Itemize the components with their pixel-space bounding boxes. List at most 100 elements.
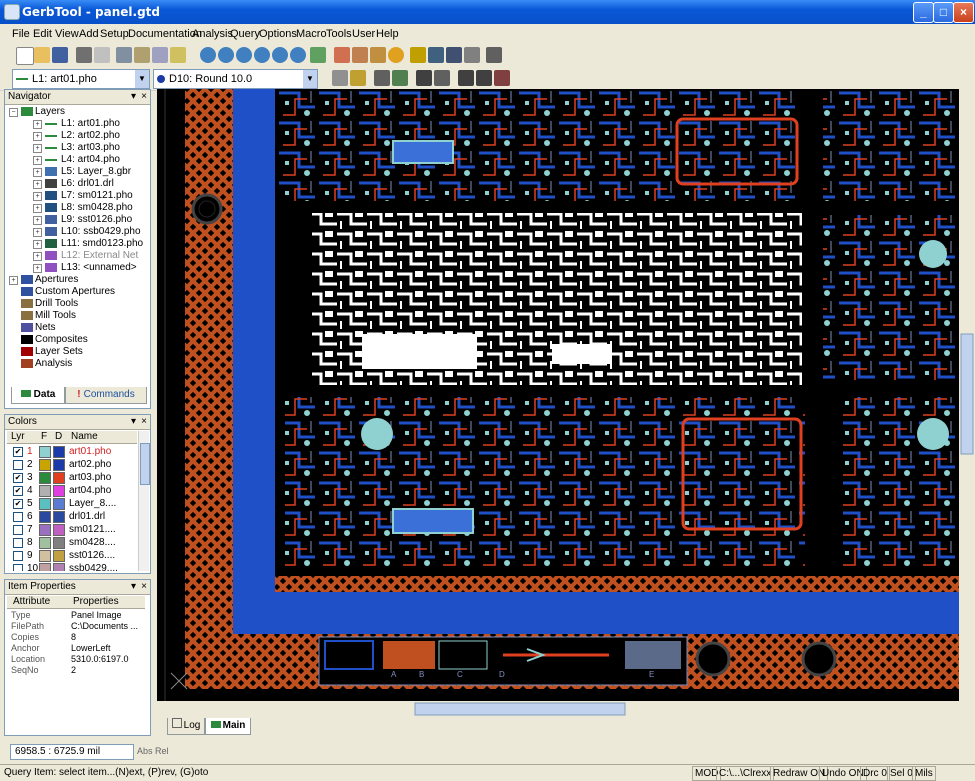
layer-visible-checkbox[interactable]: ✔: [13, 499, 23, 509]
redraw-icon[interactable]: [310, 47, 326, 63]
color-row[interactable]: 7 sm0121....: [7, 523, 137, 536]
expand-icon[interactable]: +: [33, 252, 42, 261]
menu-macro[interactable]: Macro: [296, 28, 327, 40]
layer-visible-checkbox[interactable]: ✔: [13, 473, 23, 483]
flash-color-swatch[interactable]: [39, 472, 51, 484]
tree-item-layer[interactable]: + L1: art01.pho: [5, 118, 145, 130]
tab-data[interactable]: Data: [11, 387, 65, 404]
flash-color-swatch[interactable]: [39, 498, 51, 510]
layer-visible-checkbox[interactable]: ✔: [13, 447, 23, 457]
tab-main[interactable]: Main: [205, 718, 251, 735]
flash-icon[interactable]: [352, 47, 368, 63]
draw-color-swatch[interactable]: [53, 524, 65, 536]
measure-icon[interactable]: [494, 70, 510, 86]
menu-view[interactable]: View: [55, 28, 79, 40]
collapse-icon[interactable]: −: [9, 108, 18, 117]
layers-icon[interactable]: [116, 47, 132, 63]
expand-icon[interactable]: +: [33, 192, 42, 201]
expand-icon[interactable]: +: [9, 276, 18, 285]
draw-color-swatch[interactable]: [53, 537, 65, 549]
flash-color-swatch[interactable]: [39, 537, 51, 549]
expand-icon[interactable]: +: [33, 216, 42, 225]
layer-order-icon[interactable]: [350, 70, 366, 86]
tree-item-layer[interactable]: + L13: <unnamed>: [5, 262, 145, 274]
expand-icon[interactable]: +: [33, 204, 42, 213]
property-row[interactable]: SeqNo 2: [7, 665, 145, 676]
menu-options[interactable]: Options: [259, 28, 297, 40]
color-row[interactable]: 8 sm0428....: [7, 536, 137, 549]
tree-item-mill-tools[interactable]: Mill Tools: [5, 310, 145, 322]
tab-commands[interactable]: ! Commands: [65, 387, 147, 404]
expand-icon[interactable]: +: [33, 156, 42, 165]
tree-item-nets[interactable]: Nets: [5, 322, 145, 334]
minimize-button[interactable]: _: [913, 2, 934, 23]
zoom-in-icon[interactable]: [218, 47, 234, 63]
close-icon[interactable]: ×: [141, 580, 147, 594]
menu-tools[interactable]: Tools: [326, 28, 352, 40]
tree-item-layer[interactable]: + L6: drl01.drl: [5, 178, 145, 190]
tree-item-layer[interactable]: + L4: art04.pho: [5, 154, 145, 166]
maximize-button[interactable]: □: [933, 2, 954, 23]
layer-visible-checkbox[interactable]: [13, 512, 23, 522]
netlist-icon[interactable]: [428, 47, 444, 63]
save-icon[interactable]: [52, 47, 68, 63]
cursor-icon[interactable]: [334, 47, 350, 63]
tab-log[interactable]: Log: [167, 718, 205, 735]
tree-item-layer[interactable]: + L3: art03.pho: [5, 142, 145, 154]
tree-item-layer[interactable]: + L11: smd0123.pho: [5, 238, 145, 250]
open-folder-icon[interactable]: [34, 47, 50, 63]
property-row[interactable]: Copies 8: [7, 632, 145, 643]
tree-item-layer[interactable]: + L12: External Net: [5, 250, 145, 262]
menu-file[interactable]: File: [12, 28, 30, 40]
zoom-window-icon[interactable]: [200, 47, 216, 63]
close-icon[interactable]: ×: [141, 90, 147, 104]
tree-item-analysis[interactable]: Analysis: [5, 358, 145, 370]
menu-query[interactable]: Query: [230, 28, 260, 40]
menu-analysis[interactable]: Analysis: [192, 28, 233, 40]
draw-color-swatch[interactable]: [53, 498, 65, 510]
property-row[interactable]: Anchor LowerLeft: [7, 643, 145, 654]
flash-color-swatch[interactable]: [39, 446, 51, 458]
tree-item-layers[interactable]: − Layers: [5, 106, 145, 118]
flash-color-swatch[interactable]: [39, 563, 51, 571]
zoom-previous-icon[interactable]: [254, 47, 270, 63]
tree-item-layer[interactable]: + L10: ssb0429.pho: [5, 226, 145, 238]
chevron-down-icon[interactable]: ▼: [135, 70, 149, 88]
draw-color-swatch[interactable]: [53, 550, 65, 562]
chevron-down-icon[interactable]: ▼: [303, 70, 317, 88]
pcb-panel-image[interactable]: [157, 89, 975, 717]
draw-color-swatch[interactable]: [53, 472, 65, 484]
menu-documentation[interactable]: Documentation: [128, 28, 202, 40]
tree-item-layer[interactable]: + L7: sm0121.pho: [5, 190, 145, 202]
property-row[interactable]: Type Panel Image: [7, 610, 145, 621]
property-row[interactable]: FilePath C:\Documents ...: [7, 621, 145, 632]
menu-add[interactable]: Add: [79, 28, 99, 40]
expand-icon[interactable]: +: [33, 120, 42, 129]
new-file-icon[interactable]: [16, 47, 34, 65]
tree-item-custom-apertures[interactable]: Custom Apertures: [5, 286, 145, 298]
tree-item-layer[interactable]: + L5: Layer_8.gbr: [5, 166, 145, 178]
tree-item-layer[interactable]: + L2: art02.pho: [5, 130, 145, 142]
find-icon[interactable]: [392, 70, 408, 86]
menu-setup[interactable]: Setup: [100, 28, 129, 40]
expand-icon[interactable]: +: [33, 264, 42, 273]
flash-color-swatch[interactable]: [39, 511, 51, 523]
draw-color-swatch[interactable]: [53, 485, 65, 497]
pin-icon[interactable]: ▾: [131, 90, 136, 104]
gerber-canvas[interactable]: A B C D E: [157, 89, 975, 717]
expand-icon[interactable]: +: [33, 228, 42, 237]
tree-item-composites[interactable]: Composites: [5, 334, 145, 346]
color-row[interactable]: 9 sst0126....: [7, 549, 137, 562]
close-button[interactable]: ×: [953, 2, 974, 23]
colors-scrollbar[interactable]: [138, 431, 150, 571]
menu-help[interactable]: Help: [376, 28, 399, 40]
expand-icon[interactable]: +: [33, 168, 42, 177]
flash-color-swatch[interactable]: [39, 524, 51, 536]
menu-user[interactable]: User: [352, 28, 375, 40]
color-row[interactable]: 6 drl01.drl: [7, 510, 137, 523]
layer-visible-checkbox[interactable]: [13, 538, 23, 548]
color-row[interactable]: 2 art02.pho: [7, 458, 137, 471]
pad-icon[interactable]: [388, 47, 404, 63]
zoom-fit-icon[interactable]: [290, 47, 306, 63]
zoom-out-icon[interactable]: [236, 47, 252, 63]
